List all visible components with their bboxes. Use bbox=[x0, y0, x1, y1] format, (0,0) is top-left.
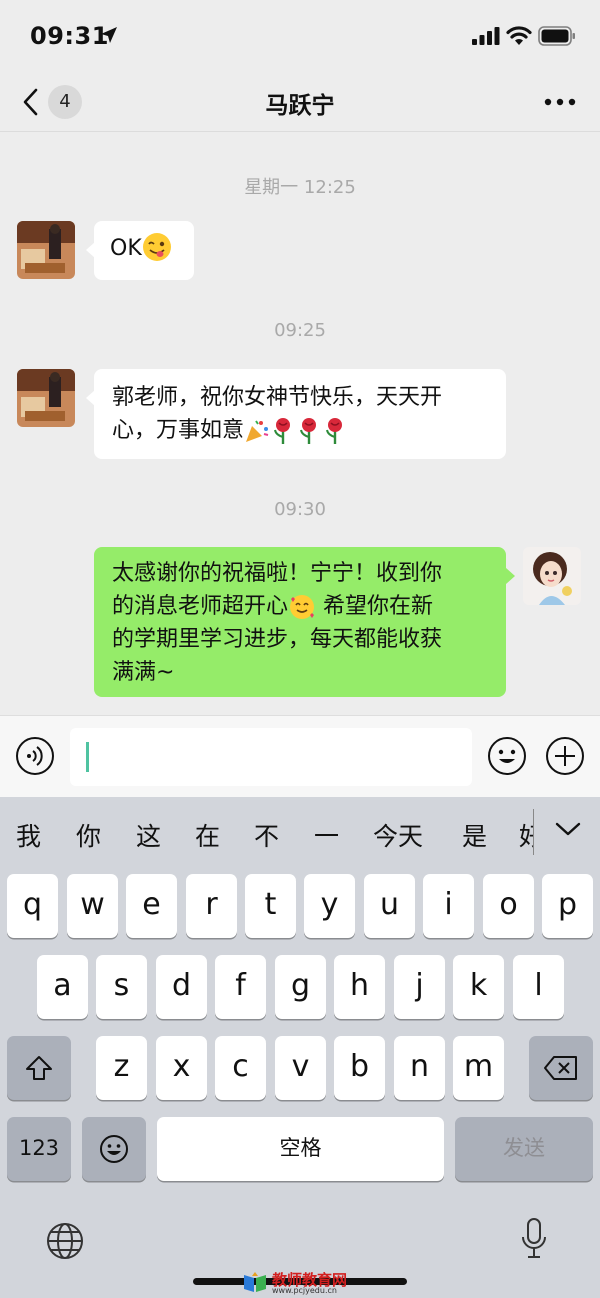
contact-avatar[interactable] bbox=[17, 221, 75, 279]
key-o[interactable]: o bbox=[483, 874, 534, 938]
message-timestamp: 09:25 bbox=[274, 320, 326, 341]
contact-avatar[interactable] bbox=[17, 369, 75, 427]
status-bar: 09:31 bbox=[0, 0, 600, 70]
message-text: OK bbox=[110, 236, 142, 261]
key-l[interactable]: l bbox=[513, 955, 564, 1019]
bubble-tail bbox=[506, 568, 515, 584]
message-text-input[interactable] bbox=[70, 728, 472, 786]
key-p[interactable]: p bbox=[542, 874, 593, 938]
incoming-message-bubble[interactable]: OK bbox=[94, 221, 194, 280]
message-text-line: 心，万事如意 bbox=[112, 418, 245, 443]
winking-tongue-emoji-icon bbox=[142, 233, 171, 261]
my-avatar[interactable] bbox=[523, 547, 581, 605]
emoji-icon[interactable] bbox=[487, 736, 527, 776]
message-text-line: 的学期里学习进步，每天都能收获 bbox=[112, 627, 443, 652]
nav-bar: 4 马跃宁 bbox=[0, 70, 600, 132]
candidate-word[interactable]: 今天 bbox=[373, 817, 423, 853]
candidate-word[interactable]: 这 bbox=[136, 817, 161, 853]
location-arrow-icon bbox=[101, 27, 117, 43]
message-text-line: 太感谢你的祝福啦！宁宁！收到你 bbox=[112, 561, 443, 586]
candidate-word[interactable]: 好 bbox=[519, 817, 533, 853]
key-m[interactable]: m bbox=[453, 1036, 504, 1100]
message-timestamp: 09:30 bbox=[274, 499, 326, 520]
book-logo-icon bbox=[244, 1272, 266, 1292]
candidate-word[interactable]: 不 bbox=[254, 817, 279, 853]
cellular-signal-icon bbox=[472, 27, 500, 45]
key-g[interactable]: g bbox=[275, 955, 326, 1019]
shift-arrow-icon bbox=[26, 1056, 52, 1080]
shift-key[interactable] bbox=[7, 1036, 71, 1100]
message-text-line: 的消息老师超开心 bbox=[112, 594, 289, 619]
watermark: 教师教育网 www.pcjyedu.cn bbox=[242, 1269, 372, 1295]
party-popper-emoji-icon bbox=[246, 420, 269, 442]
rose-emoji-icon bbox=[326, 418, 343, 444]
emoji-face-icon bbox=[100, 1135, 128, 1163]
voice-input-icon[interactable] bbox=[15, 736, 55, 776]
candidate-divider bbox=[533, 809, 534, 855]
key-b[interactable]: b bbox=[334, 1036, 385, 1100]
key-s[interactable]: s bbox=[96, 955, 147, 1019]
more-options-icon[interactable] bbox=[544, 97, 576, 107]
candidate-word[interactable]: 我 bbox=[16, 817, 41, 853]
message-text-line: 郭老师，祝你女神节快乐，天天开 bbox=[112, 385, 443, 410]
rose-emoji-icon bbox=[300, 418, 317, 444]
key-t[interactable]: t bbox=[245, 874, 296, 938]
emoji-key[interactable] bbox=[82, 1117, 146, 1181]
chat-title: 马跃宁 bbox=[265, 93, 335, 119]
key-d[interactable]: d bbox=[156, 955, 207, 1019]
key-c[interactable]: c bbox=[215, 1036, 266, 1100]
message-input-bar bbox=[0, 715, 600, 797]
key-e[interactable]: e bbox=[126, 874, 177, 938]
status-time: 09:31 bbox=[30, 22, 109, 50]
send-key[interactable]: 发送 bbox=[455, 1117, 593, 1181]
chevron-down-icon[interactable] bbox=[555, 821, 581, 837]
microphone-icon[interactable] bbox=[518, 1217, 550, 1261]
outgoing-message-bubble[interactable]: 太感谢你的祝福啦！宁宁！收到你 的消息老师超开心 希望你在新 的学期里学习进步，… bbox=[94, 547, 506, 697]
key-y[interactable]: y bbox=[304, 874, 355, 938]
key-q[interactable]: q bbox=[7, 874, 58, 938]
watermark-url: www.pcjyedu.cn bbox=[272, 1286, 337, 1295]
key-i[interactable]: i bbox=[423, 874, 474, 938]
space-key[interactable]: 空格 bbox=[157, 1117, 444, 1181]
globe-icon[interactable] bbox=[45, 1221, 85, 1261]
numbers-key[interactable]: 123 bbox=[7, 1117, 71, 1181]
key-j[interactable]: j bbox=[394, 955, 445, 1019]
contact-avatar-photo bbox=[17, 369, 75, 427]
key-n[interactable]: n bbox=[394, 1036, 445, 1100]
chat-messages: 星期一 12:25 OK 09:25 郭老师，祝你女神节快乐，天天开 心，万事如… bbox=[0, 133, 600, 715]
backspace-icon bbox=[544, 1056, 577, 1080]
key-f[interactable]: f bbox=[215, 955, 266, 1019]
key-z[interactable]: z bbox=[96, 1036, 147, 1100]
key-x[interactable]: x bbox=[156, 1036, 207, 1100]
keyboard: 我 你 这 在 不 一 今天 是 好 q w e r t y u i o p a… bbox=[0, 797, 600, 1298]
key-u[interactable]: u bbox=[364, 874, 415, 938]
key-h[interactable]: h bbox=[334, 955, 385, 1019]
key-r[interactable]: r bbox=[186, 874, 237, 938]
message-timestamp: 星期一 12:25 bbox=[244, 177, 356, 198]
rose-emoji-icon bbox=[274, 418, 291, 444]
key-k[interactable]: k bbox=[453, 955, 504, 1019]
text-cursor bbox=[86, 742, 89, 772]
message-text-line: 希望你在新 bbox=[323, 594, 434, 619]
plus-icon[interactable] bbox=[545, 736, 585, 776]
candidate-bar: 我 你 这 在 不 一 今天 是 好 bbox=[0, 797, 600, 867]
message-text-line: 满满~ bbox=[112, 660, 175, 685]
incoming-message-bubble[interactable]: 郭老师，祝你女神节快乐，天天开 心，万事如意 bbox=[94, 369, 506, 459]
contact-avatar-photo bbox=[17, 221, 75, 279]
key-v[interactable]: v bbox=[275, 1036, 326, 1100]
smiling-face-with-hearts-emoji-icon bbox=[290, 595, 315, 619]
key-w[interactable]: w bbox=[67, 874, 118, 938]
candidate-word[interactable]: 在 bbox=[195, 817, 220, 853]
wifi-icon bbox=[506, 26, 532, 45]
candidate-word[interactable]: 是 bbox=[462, 817, 487, 853]
candidate-word[interactable]: 一 bbox=[314, 817, 339, 853]
delete-key[interactable] bbox=[529, 1036, 593, 1100]
battery-icon bbox=[538, 26, 575, 46]
candidate-word[interactable]: 你 bbox=[76, 817, 101, 853]
key-a[interactable]: a bbox=[37, 955, 88, 1019]
my-avatar-photo bbox=[523, 547, 581, 605]
send-key-label: 发送 bbox=[503, 1136, 545, 1160]
